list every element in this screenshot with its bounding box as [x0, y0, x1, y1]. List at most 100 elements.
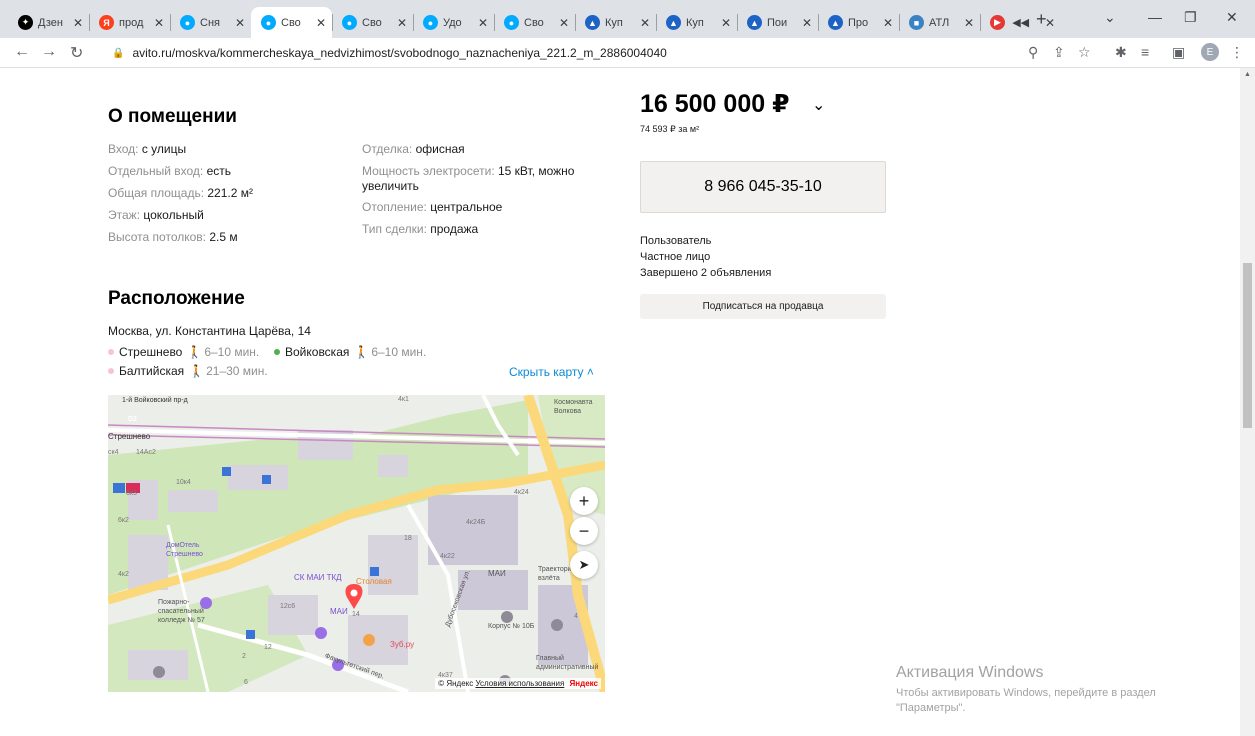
tab-search-icon[interactable]: ⌄ — [1104, 9, 1116, 26]
browser-tab[interactable]: ▶ ◀◀ ✕ — [980, 7, 1061, 38]
close-window-icon[interactable]: ✕ — [1226, 9, 1238, 26]
tab-favicon-icon: ● — [342, 15, 357, 30]
side-panel-icon[interactable]: ▣ — [1172, 44, 1185, 61]
map-label: МАИ — [488, 569, 506, 578]
close-tab-icon[interactable]: ✕ — [883, 16, 893, 30]
scroll-up-icon[interactable]: ▲ — [1244, 71, 1251, 78]
tab-favicon-icon: ● — [423, 15, 438, 30]
map-label: 4к22 — [440, 553, 455, 560]
close-tab-icon[interactable]: ✕ — [721, 16, 731, 30]
close-tab-icon[interactable]: ✕ — [73, 16, 83, 30]
close-tab-icon[interactable]: ✕ — [802, 16, 812, 30]
tab-title: Сво — [524, 16, 544, 29]
metro-station: Войковская 🚶 6–10 мин. — [274, 345, 426, 359]
windows-activation-watermark: Активация Windows Чтобы активировать Win… — [896, 664, 1156, 714]
browser-tab[interactable]: ▲ Про ✕ — [818, 7, 899, 38]
close-tab-icon[interactable]: ✕ — [316, 16, 326, 30]
close-tab-icon[interactable]: ✕ — [235, 16, 245, 30]
map[interactable]: 1-й Войковский пр-д Стрешнево D2 14Ас2 1… — [108, 395, 605, 692]
seller-type[interactable]: Пользователь — [640, 235, 711, 247]
close-tab-icon[interactable]: ✕ — [154, 16, 164, 30]
zoom-icon[interactable]: ⚲ — [1028, 44, 1038, 61]
browser-tab[interactable]: ● Сво ✕ — [494, 7, 575, 38]
map-attribution: © Яндекс Условия использования Яндекс — [435, 678, 601, 689]
tab-favicon-icon: ● — [180, 15, 195, 30]
menu-icon[interactable]: ⋮ — [1230, 44, 1244, 61]
map-label: 10к4 — [176, 479, 191, 486]
close-tab-icon[interactable]: ✕ — [640, 16, 650, 30]
map-label: Космонавта Волкова — [554, 399, 593, 415]
hide-map-link[interactable]: Скрыть карту ˄ — [509, 365, 594, 379]
show-phone-button[interactable]: 8 966 045-35-10 — [640, 161, 886, 213]
map-label: 14Ас2 — [136, 449, 156, 456]
metro-line-dot — [274, 349, 280, 355]
map-label: 2 — [242, 653, 246, 660]
close-tab-icon[interactable]: ✕ — [964, 16, 974, 30]
tab-favicon-icon: ■ — [909, 15, 924, 30]
scrollbar-thumb[interactable] — [1243, 263, 1252, 428]
close-tab-icon[interactable]: ✕ — [478, 16, 488, 30]
back-icon[interactable]: ← — [14, 43, 30, 61]
subscribe-seller-button[interactable]: Подписаться на продавца — [640, 294, 886, 319]
browser-tab[interactable]: ▲ Куп ✕ — [575, 7, 656, 38]
restore-icon[interactable]: ❐ — [1184, 9, 1197, 26]
browser-tab[interactable]: ● Удо ✕ — [413, 7, 494, 38]
profile-avatar[interactable]: E — [1201, 43, 1219, 61]
browser-tab[interactable]: ● Сво ✕ — [332, 7, 413, 38]
map-label: Зуб.ру — [390, 640, 415, 649]
browser-tab[interactable]: ▲ Пои ✕ — [737, 7, 818, 38]
reading-list-icon[interactable]: ≡ — [1141, 44, 1149, 60]
zoom-out-button[interactable]: − — [570, 517, 598, 545]
map-label: 6 — [244, 679, 248, 686]
browser-tab[interactable]: ● Сво ✕ — [251, 7, 332, 38]
bookmark-star-icon[interactable]: ☆ — [1078, 44, 1091, 61]
browser-tab[interactable]: ✦ Дзен ✕ — [8, 7, 89, 38]
param-deal-type: Тип сделки: продажа — [362, 222, 479, 236]
minimize-icon[interactable]: — — [1148, 9, 1162, 25]
zoom-in-button[interactable]: + — [570, 487, 598, 515]
seller-completed[interactable]: Завершено 2 объявления — [640, 267, 771, 279]
map-label: 12с6 — [280, 603, 296, 610]
browser-tab[interactable]: ▲ Куп ✕ — [656, 7, 737, 38]
address: Москва, ул. Константина Царёва, 14 — [108, 324, 311, 338]
tab-favicon-icon: ● — [261, 15, 276, 30]
browser-tab[interactable]: ● Сня ✕ — [170, 7, 251, 38]
map-label: Пожарно-спасательный колледж № 57 — [158, 599, 205, 624]
close-tab-icon[interactable]: ✕ — [559, 16, 569, 30]
metro-line-dot — [108, 368, 114, 374]
map-label: МАИ — [330, 607, 348, 616]
browser-tab[interactable]: ■ АТЛ ✕ — [899, 7, 980, 38]
tab-favicon-icon: ✦ — [18, 15, 33, 30]
location-heading: Расположение — [108, 288, 245, 309]
tab-title: Сня — [200, 16, 220, 29]
extensions-icon[interactable]: ✱ — [1115, 44, 1127, 61]
page-scrollbar[interactable]: ▲ — [1240, 68, 1255, 736]
tab-favicon-icon: ▲ — [585, 15, 600, 30]
geolocation-icon[interactable]: ➤ — [570, 551, 598, 579]
price-per-meter: 74 593 ₽ за м² — [640, 124, 700, 134]
map-label: 4к1 — [398, 396, 409, 403]
browser-tab-strip: + ⌄ — ❐ ✕ ✦ Дзен ✕ Япрод ✕ ● Сня ✕ ● Сво ✕ ● Сво ✕ ● Уд… — [0, 0, 1255, 38]
map-label: Корпус № 10Б — [488, 623, 535, 630]
chevron-down-icon[interactable]: ⌄ — [812, 95, 825, 115]
url-text[interactable]: avito.ru/moskva/kommercheskaya_nedvizhim… — [132, 46, 666, 60]
map-label: 4к24 — [514, 489, 529, 496]
map-label: Столовая — [356, 577, 392, 586]
page-content: О помещении Вход: с улицы Отдельный вход… — [0, 68, 1240, 736]
close-tab-icon[interactable]: ✕ — [1045, 16, 1055, 30]
tab-favicon-icon: ● — [504, 15, 519, 30]
share-icon[interactable]: ⇪ — [1053, 44, 1065, 61]
forward-icon[interactable]: → — [41, 43, 57, 61]
tab-title: прод — [119, 16, 144, 29]
tab-title: Сво — [362, 16, 382, 29]
tab-favicon-icon: ▲ — [747, 15, 762, 30]
map-label: ДомОтель Стрешнево — [166, 542, 203, 558]
map-label: 6к2 — [118, 517, 129, 524]
tab-title: Сво — [281, 16, 301, 29]
address-bar[interactable]: 🔒 avito.ru/moskva/kommercheskaya_nedvizh… — [100, 41, 1130, 65]
reload-icon[interactable]: ↻ — [70, 43, 83, 63]
map-label: Стрешнево — [108, 432, 151, 441]
close-tab-icon[interactable]: ✕ — [397, 16, 407, 30]
map-terms-link[interactable]: Условия использования — [476, 679, 565, 688]
browser-tab[interactable]: Япрод ✕ — [89, 7, 170, 38]
